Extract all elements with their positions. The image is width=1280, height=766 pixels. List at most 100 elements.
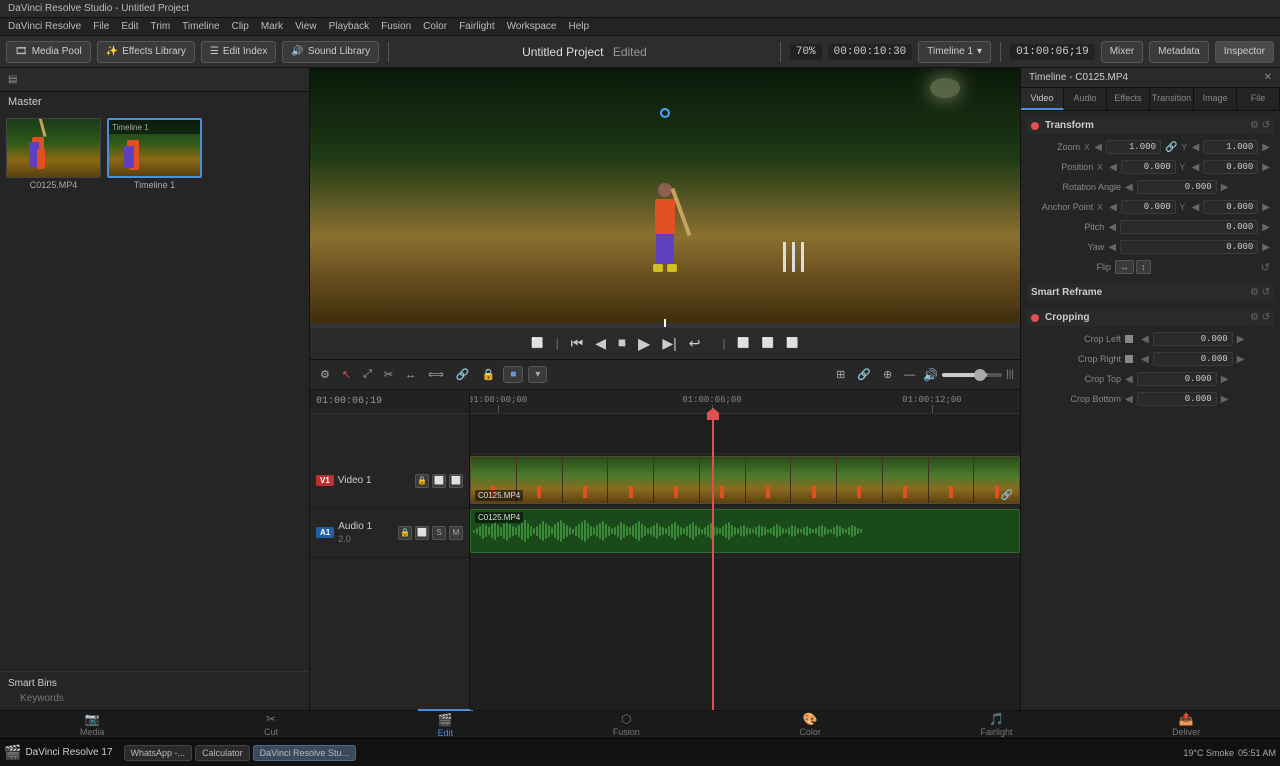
pos-x-decrement[interactable]: ◀ [1109, 162, 1117, 173]
snap-button[interactable]: ⊞ [832, 366, 849, 383]
crop-left-increment[interactable]: ▶ [1237, 334, 1245, 345]
rotation-input[interactable] [1137, 180, 1217, 194]
cropping-section-header[interactable]: Cropping ⚙ ↺ [1027, 309, 1274, 326]
track-view-button[interactable]: ⬜ [449, 474, 463, 488]
pitch-increment[interactable]: ▶ [1262, 222, 1270, 233]
crop-right-increment[interactable]: ▶ [1237, 354, 1245, 365]
flip-v-button[interactable]: ↕ [1136, 260, 1151, 274]
menu-workspace[interactable]: Workspace [507, 21, 557, 32]
select-tool-button[interactable]: ↖ [338, 366, 355, 383]
edit-index-button[interactable]: ☰ Edit Index [201, 41, 276, 63]
crop-left-input[interactable] [1153, 332, 1233, 346]
taskbar-item-davinci[interactable]: DaVinci Resolve Stu... [253, 745, 356, 761]
zoom-link-icon[interactable]: 🔗 [1165, 142, 1177, 153]
position-y-input[interactable] [1203, 160, 1258, 174]
fullscreen-button[interactable]: ⬜ [737, 338, 749, 349]
zoom-y-decrement[interactable]: ◀ [1192, 142, 1200, 153]
tab-deliver[interactable]: 📤 Deliver [1152, 710, 1220, 739]
sound-library-button[interactable]: 🔊 Sound Library [282, 41, 379, 63]
transform-reset-button[interactable]: ↺ [1261, 261, 1270, 274]
menu-edit[interactable]: Edit [121, 21, 138, 32]
mute-button[interactable]: M [449, 526, 463, 540]
menu-fusion[interactable]: Fusion [381, 21, 411, 32]
menu-mark[interactable]: Mark [261, 21, 283, 32]
menu-timeline[interactable]: Timeline [182, 21, 219, 32]
menu-help[interactable]: Help [568, 21, 589, 32]
tab-video[interactable]: Video [1021, 88, 1064, 110]
volume-slider[interactable] [942, 373, 1002, 377]
track-monitor-button[interactable]: ⬜ [432, 474, 446, 488]
menu-file[interactable]: File [93, 21, 109, 32]
inspector-button[interactable]: Inspector [1215, 41, 1274, 63]
taskbar-item-calculator[interactable]: Calculator [195, 745, 250, 761]
tab-audio[interactable]: Audio [1064, 88, 1107, 110]
yaw-input[interactable] [1120, 240, 1258, 254]
anchor-x-input[interactable] [1121, 200, 1176, 214]
anchor-y-increment[interactable]: ▶ [1262, 202, 1270, 213]
slide-tool-button[interactable]: ⟺ [424, 366, 448, 383]
audio-monitor-button[interactable]: ⬜ [415, 526, 429, 540]
dynamic-trim-button[interactable]: 🔗 [452, 366, 474, 383]
zoom-y-input[interactable] [1203, 140, 1258, 154]
menu-playback[interactable]: Playback [329, 21, 370, 32]
slip-tool-button[interactable]: ↔ [401, 367, 420, 383]
view-mode-button[interactable]: ■ [503, 366, 523, 383]
rot-increment[interactable]: ▶ [1221, 182, 1229, 193]
menu-davinci[interactable]: DaVinci Resolve [8, 21, 81, 32]
menu-fairlight[interactable]: Fairlight [459, 21, 495, 32]
tab-fusion[interactable]: ⬡ Fusion [593, 710, 660, 739]
zoom-in-button[interactable]: ⊕ [879, 366, 896, 383]
audio-clip[interactable]: C0125.MP4 [470, 509, 1020, 553]
tab-file[interactable]: File [1237, 88, 1280, 110]
flip-h-button[interactable]: ↔ [1115, 260, 1134, 274]
media-thumbnail-timeline1[interactable]: Timeline 1 [107, 118, 202, 178]
tab-effects[interactable]: Effects [1107, 88, 1150, 110]
crop-top-decrement[interactable]: ◀ [1125, 374, 1133, 385]
pos-y-decrement[interactable]: ◀ [1192, 162, 1200, 173]
tab-transition[interactable]: Transition [1150, 88, 1194, 110]
view-mode-btn2[interactable]: ▾ [528, 366, 547, 383]
crop-bottom-decrement[interactable]: ◀ [1125, 394, 1133, 405]
solo-button[interactable]: S [432, 526, 446, 540]
zoom-y-increment[interactable]: ▶ [1262, 142, 1270, 153]
tab-image[interactable]: Image [1194, 88, 1237, 110]
rot-decrement[interactable]: ◀ [1125, 182, 1133, 193]
menu-view[interactable]: View [295, 21, 317, 32]
timeline-settings-button[interactable]: ⚙ [316, 366, 334, 383]
go-to-start-button[interactable]: ⏮ [571, 335, 584, 352]
crop-top-input[interactable] [1137, 372, 1217, 386]
tab-cut[interactable]: ✂ Cut [244, 710, 298, 739]
yaw-increment[interactable]: ▶ [1262, 242, 1270, 253]
cinema-viewer-button[interactable]: ⬜ [762, 338, 774, 349]
mixer-button[interactable]: Mixer [1101, 41, 1143, 63]
anchor-x-decrement[interactable]: ◀ [1109, 202, 1117, 213]
link-button[interactable]: 🔗 [853, 366, 875, 383]
prev-frame-button[interactable]: ◀ [595, 335, 606, 352]
metadata-button[interactable]: Metadata [1149, 41, 1209, 63]
zoom-out-button[interactable]: — [900, 367, 919, 383]
tab-edit[interactable]: 🎬 Edit [418, 709, 474, 740]
inspector-close-icon[interactable]: ✕ [1264, 72, 1272, 83]
crop-bottom-input[interactable] [1137, 392, 1217, 406]
zoom-x-input[interactable] [1106, 140, 1161, 154]
trim-tool-button[interactable]: ⤢ [359, 366, 376, 383]
media-pool-button[interactable]: 🎞 Media Pool [6, 41, 91, 63]
tab-fairlight[interactable]: 🎵 Fairlight [961, 710, 1033, 739]
media-thumbnail-c0125[interactable] [6, 118, 101, 178]
taskbar-item-whatsapp[interactable]: WhatsApp -... [124, 745, 193, 761]
timeline-selector[interactable]: Timeline 1 ▾ [918, 41, 991, 63]
anchor-y-input[interactable] [1203, 200, 1258, 214]
pitch-input[interactable] [1120, 220, 1258, 234]
scope-button[interactable]: ⬜ [786, 338, 798, 349]
next-frame-button[interactable]: ▶| [662, 335, 676, 352]
tab-media[interactable]: 📷 Media [60, 710, 125, 739]
stop-button[interactable]: ⏹ [618, 335, 626, 353]
crop-right-input[interactable] [1153, 352, 1233, 366]
audio-lock-button[interactable]: 🔒 [398, 526, 412, 540]
crop-bottom-increment[interactable]: ▶ [1221, 394, 1229, 405]
anchor-y-decrement[interactable]: ◀ [1192, 202, 1200, 213]
track-lock-button[interactable]: 🔒 [415, 474, 429, 488]
loop-button[interactable]: ↩ [689, 335, 701, 352]
zoom-x-decrement[interactable]: ◀ [1094, 142, 1102, 153]
smart-reframe-header[interactable]: Smart Reframe ⚙ ↺ [1027, 284, 1274, 301]
